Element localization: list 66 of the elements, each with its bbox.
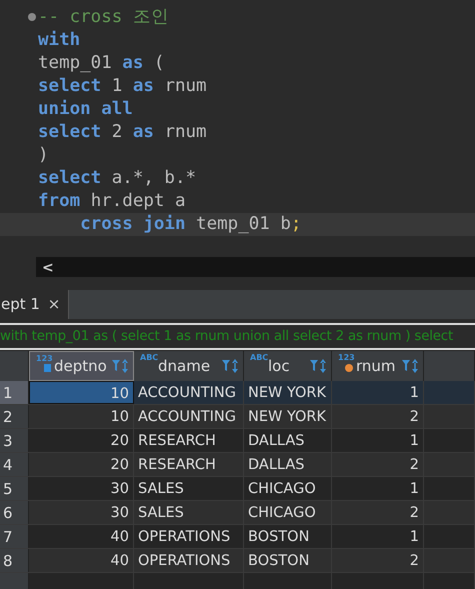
dot-icon <box>345 364 353 372</box>
code-token: cross join <box>79 214 186 234</box>
table-cell: ACCOUNTING <box>134 381 244 404</box>
code-token: -- cross 조인 <box>38 7 169 27</box>
query-text: with temp_01 as ( select 1 as rnum union all select 2 as rnum ) select <box>0 323 475 350</box>
code-token: ( <box>152 53 164 73</box>
table-cell: 1 <box>332 477 424 500</box>
key-icon <box>44 364 51 372</box>
code-token: hr.dept a <box>90 191 186 211</box>
column-name: dname <box>158 357 212 375</box>
table-cell: SALES <box>134 477 244 500</box>
table-cell: DALLAS <box>244 429 332 452</box>
type-label: ABC <box>140 353 158 362</box>
code-token: with <box>38 30 80 50</box>
filter-sort-icon[interactable] <box>221 358 239 374</box>
code-token: select <box>38 122 102 142</box>
code-token: temp_01 b <box>195 214 291 234</box>
column-name: deptno <box>54 357 108 375</box>
code-token: rnum <box>163 76 207 96</box>
table-cell: 30 <box>29 477 134 500</box>
type-label: 123 <box>338 353 355 362</box>
close-icon[interactable]: × <box>44 295 60 313</box>
code-token: ) <box>38 145 49 165</box>
code-token: as <box>132 122 154 142</box>
code-token: 2 <box>110 122 124 142</box>
column-name: loc <box>268 357 291 375</box>
code-token: as <box>122 53 144 73</box>
row-number[interactable]: 3 <box>0 429 29 452</box>
code-token: ; <box>290 214 302 234</box>
filter-sort-icon[interactable] <box>401 358 419 374</box>
table-cell: CHICAGO <box>244 477 332 500</box>
row-number[interactable]: 2 <box>0 405 29 428</box>
row-number[interactable]: 4 <box>0 453 29 476</box>
scroll-left-button[interactable]: < <box>36 260 54 276</box>
code-token: 1 <box>110 76 124 96</box>
result-tab[interactable]: ept 1 × <box>0 290 70 319</box>
filter-sort-icon[interactable] <box>111 358 129 374</box>
code-token: select <box>38 168 102 188</box>
table-cell: 40 <box>29 525 134 548</box>
type-label: ABC <box>250 353 268 362</box>
table-cell: NEW YORK <box>244 381 332 404</box>
fold-icon[interactable] <box>28 13 36 21</box>
filter-sort-icon[interactable] <box>309 358 327 374</box>
table-cell: 10 <box>29 381 134 404</box>
code-token: temp_01 <box>38 53 113 73</box>
type-label: 123 <box>36 354 53 363</box>
row-number[interactable]: 8 <box>0 549 29 572</box>
code-token: a.*, b.* <box>110 168 196 188</box>
table-cell: 20 <box>29 429 134 452</box>
table-cell: OPERATIONS <box>134 525 244 548</box>
code-token: select <box>38 76 102 96</box>
column-name: rnum <box>356 357 397 375</box>
table-cell: RESEARCH <box>134 429 244 452</box>
table-cell: 1 <box>332 525 424 548</box>
table-cell: BOSTON <box>244 525 332 548</box>
row-number[interactable]: 1 <box>0 381 29 404</box>
row-number[interactable]: 7 <box>0 525 29 548</box>
row-number[interactable]: 6 <box>0 501 29 524</box>
row-number[interactable]: 5 <box>0 477 29 500</box>
code-token: as <box>132 76 154 96</box>
code-token: from <box>38 191 80 211</box>
code-token: rnum <box>163 122 207 142</box>
code-token: union all <box>38 99 133 119</box>
table-cell: 1 <box>332 429 424 452</box>
horizontal-scrollbar[interactable]: < <box>36 257 475 277</box>
table-cell: 1 <box>332 381 424 404</box>
